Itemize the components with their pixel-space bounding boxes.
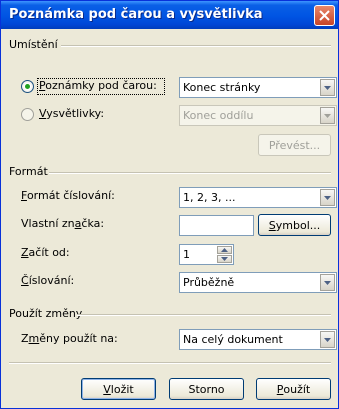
- chevron-down-icon: [221, 257, 228, 261]
- custom-mark-input[interactable]: [179, 215, 254, 236]
- location-separator: [61, 45, 331, 47]
- chevron-down-icon: [324, 280, 331, 285]
- numbering-label: Číslování:: [21, 274, 75, 287]
- chevron-down-icon: [324, 337, 331, 342]
- footnotes-label-text: oznámky pod čarou:: [45, 79, 157, 92]
- dropdown-arrow-button[interactable]: [320, 189, 335, 206]
- window-title: Poznámka pod čarou a vysvětlivka: [9, 7, 263, 22]
- custom-mark-label: Vlastní značka:: [21, 217, 105, 230]
- location-group-label: Umístění: [9, 38, 58, 51]
- spin-up-button[interactable]: [217, 246, 232, 254]
- apply-separator: [77, 314, 331, 316]
- spinner-buttons: [217, 246, 232, 263]
- endnotes-position-select[interactable]: Konec oddílu: [179, 105, 337, 126]
- number-format-label: Formát číslování:: [21, 189, 115, 202]
- chevron-up-icon: [221, 248, 228, 252]
- chevron-down-icon: [324, 113, 331, 118]
- footnotes-position-select[interactable]: Konec stránky: [179, 77, 337, 98]
- endnotes-position-value: Konec oddílu: [183, 109, 254, 122]
- start-at-spinner[interactable]: 1: [179, 244, 234, 265]
- number-format-label-text: ormát číslování:: [26, 189, 115, 202]
- apply-to-select[interactable]: Na celý dokument: [179, 329, 337, 350]
- format-separator: [49, 172, 331, 174]
- footnotes-radio[interactable]: [21, 80, 34, 93]
- spin-down-button[interactable]: [217, 255, 232, 263]
- close-icon: [319, 10, 330, 21]
- endnotes-radio[interactable]: [21, 108, 34, 121]
- numbering-value: Průběžně: [183, 276, 235, 289]
- cancel-button[interactable]: Storno: [169, 378, 244, 400]
- format-group-label: Formát: [9, 165, 48, 178]
- endnotes-label: Vysvětlivky:: [39, 107, 105, 120]
- dropdown-arrow-button[interactable]: [320, 79, 335, 96]
- dropdown-arrow-button[interactable]: [320, 107, 335, 124]
- footnotes-label: Poznámky pod čarou:: [39, 79, 157, 92]
- number-format-select[interactable]: 1, 2, 3, ...: [179, 187, 337, 208]
- insert-button[interactable]: Vložit: [81, 378, 156, 400]
- convert-button[interactable]: Převést...: [258, 134, 331, 156]
- apply-group-label: Použít změny: [9, 307, 83, 320]
- endnotes-label-text: ysvětlivky:: [46, 107, 105, 120]
- symbol-button[interactable]: Symbol...: [258, 214, 331, 236]
- bottom-separator: [9, 362, 331, 364]
- radio-selected-dot: [25, 84, 30, 89]
- apply-button[interactable]: Použít: [256, 378, 331, 400]
- apply-to-value: Na celý dokument: [183, 333, 283, 346]
- chevron-down-icon: [324, 195, 331, 200]
- numbering-select[interactable]: Průběžně: [179, 272, 337, 293]
- start-at-label: Začít od:: [21, 246, 70, 259]
- dropdown-arrow-button[interactable]: [320, 274, 335, 291]
- close-button[interactable]: [314, 5, 335, 26]
- dropdown-arrow-button[interactable]: [320, 331, 335, 348]
- number-format-value: 1, 2, 3, ...: [183, 191, 236, 204]
- start-at-value: 1: [183, 248, 190, 261]
- dialog-window: Poznámka pod čarou a vysvětlivka Umístěn…: [0, 0, 339, 409]
- title-bar[interactable]: Poznámka pod čarou a vysvětlivka: [1, 1, 338, 29]
- footnotes-position-value: Konec stránky: [183, 81, 261, 94]
- apply-to-label: Změny použít na:: [21, 332, 118, 345]
- chevron-down-icon: [324, 85, 331, 90]
